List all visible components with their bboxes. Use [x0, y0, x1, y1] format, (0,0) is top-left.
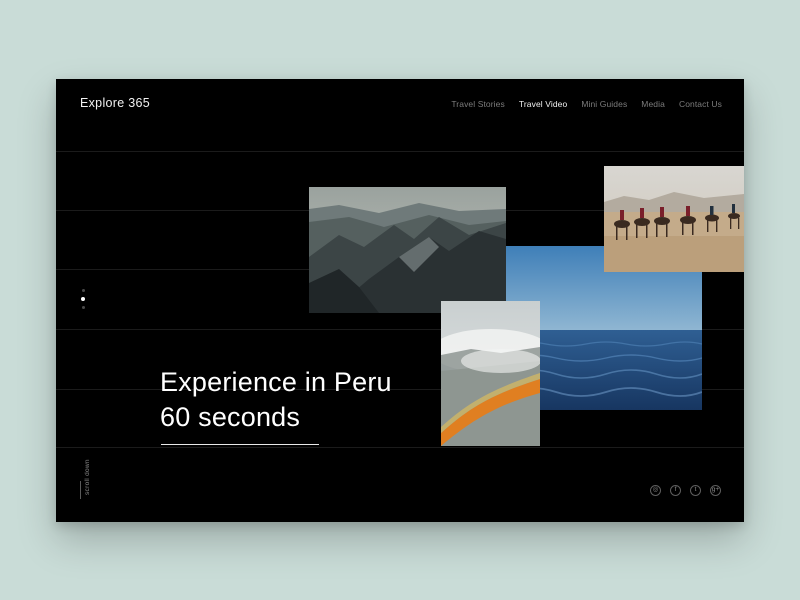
nav-media[interactable]: Media: [641, 99, 665, 109]
nav-travel-video[interactable]: Travel Video: [519, 99, 567, 109]
mountains-photo: [309, 187, 506, 313]
main-nav: Travel Stories Travel Video Mini Guides …: [451, 99, 722, 109]
hero-headline-line2: 60 seconds: [160, 402, 301, 432]
hero-panel: Explore 365 Travel Stories Travel Video …: [56, 79, 744, 522]
slider-dot[interactable]: [81, 289, 85, 292]
hero-headline-line1: Experience in Peru: [160, 367, 392, 397]
grid-line: [56, 151, 744, 152]
nav-contact-us[interactable]: Contact Us: [679, 99, 722, 109]
slider-dot[interactable]: [81, 306, 85, 309]
camels-desert-photo: [604, 166, 744, 272]
hero-headline: Experience in Peru 60 seconds: [160, 365, 392, 435]
hot-spring-photo: [441, 301, 540, 446]
nav-mini-guides[interactable]: Mini Guides: [581, 99, 627, 109]
slider-dot-active[interactable]: [81, 297, 85, 301]
google-plus-icon[interactable]: g+: [710, 485, 721, 496]
scroll-indicator-line: [80, 481, 81, 499]
twitter-icon[interactable]: t: [690, 485, 701, 496]
nav-travel-stories[interactable]: Travel Stories: [451, 99, 505, 109]
facebook-icon[interactable]: f: [670, 485, 681, 496]
scroll-down-label[interactable]: scroll down: [84, 459, 91, 495]
brand-logo[interactable]: Explore 365: [80, 96, 150, 110]
headline-underline: [161, 444, 319, 445]
grid-line: [56, 447, 744, 448]
slider-pagination: [80, 289, 86, 314]
instagram-icon[interactable]: ◎: [650, 485, 661, 496]
social-links: ◎ f t g+: [650, 485, 721, 496]
